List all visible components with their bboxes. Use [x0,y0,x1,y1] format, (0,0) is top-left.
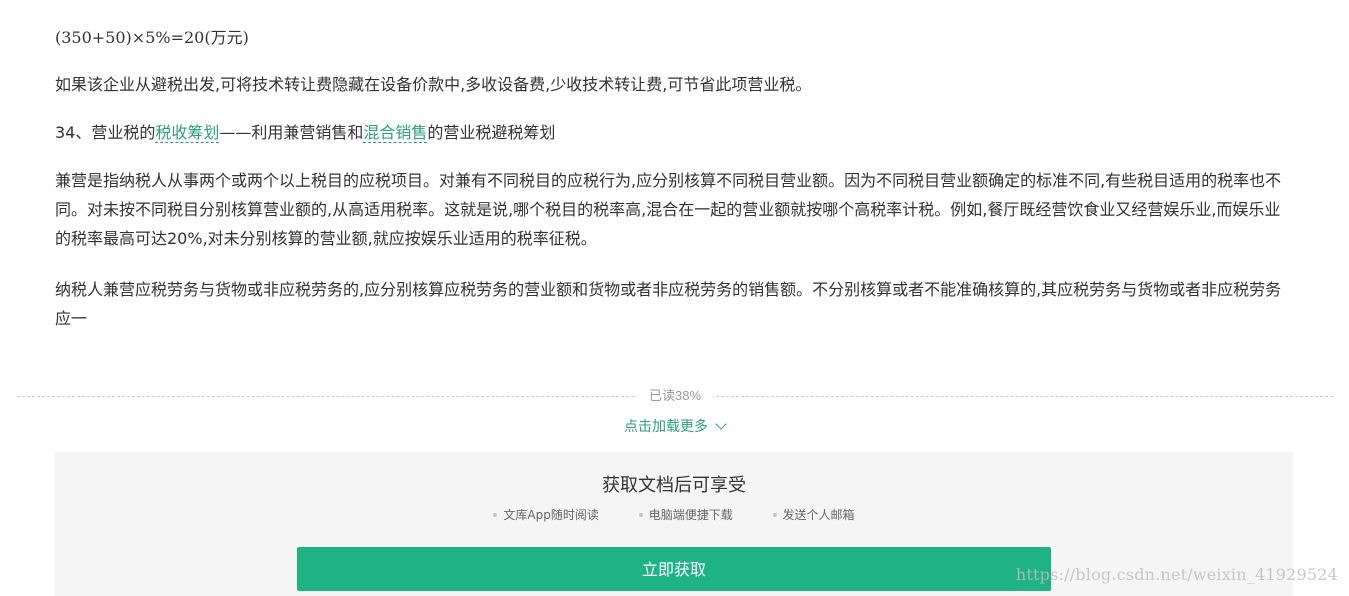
section-heading: 34、营业税的税收筹划——利用兼营销售和混合销售的营业税避税筹划 [55,118,1295,147]
keyword-link-tax-planning[interactable]: 税收筹划 [155,123,220,143]
feature-label-app: 文库App随时阅读 [503,508,599,522]
feature-item: 发送个人邮箱 [772,506,855,524]
read-progress-divider: 已读38% [17,385,1333,407]
feature-label-email: 发送个人邮箱 [782,508,855,522]
feature-item: 文库App随时阅读 [493,506,599,524]
heading-middle: ——利用兼营销售和 [219,123,364,142]
dot-icon [638,513,643,517]
get-document-button[interactable]: 立即获取 [297,547,1051,591]
formula-line: (350+50)×5%=20(万元) [55,28,249,47]
heading-suffix: 的营业税避税筹划 [427,123,556,142]
watermark-url: https://blog.csdn.net/weixin_41929524 [1015,565,1338,584]
load-more-label: 点击加载更多 [624,419,708,435]
dot-icon [493,513,498,517]
feature-label-download: 电脑端便捷下载 [648,508,733,522]
chevron-down-icon [715,418,727,430]
read-progress-label: 已读38% [636,387,714,405]
keyword-link-mixed-sales[interactable]: 混合销售 [363,123,428,143]
promo-title: 获取文档后可享受 [602,475,746,496]
promo-feature-list: 文库App随时阅读 电脑端便捷下载 发送个人邮箱 [55,506,1293,524]
paragraph-taxpayer-services: 纳税人兼营应税劳务与货物或非应税劳务的,应分别核算应税劳务的营业额和货物或者非应… [55,280,1282,328]
dot-icon [772,513,777,517]
feature-item: 电脑端便捷下载 [638,506,733,524]
heading-prefix: 34、营业税的 [55,123,156,142]
load-more-button[interactable]: 点击加载更多 [0,416,1349,438]
paragraph-tax-avoidance: 如果该企业从避税出发,可将技术转让费隐藏在设备价款中,多收设备费,少收技术转让费… [55,75,812,94]
paragraph-concurrent-business: 兼营是指纳税人从事两个或两个以上税目的应税项目。对兼有不同税目的应税行为,应分别… [55,171,1282,248]
